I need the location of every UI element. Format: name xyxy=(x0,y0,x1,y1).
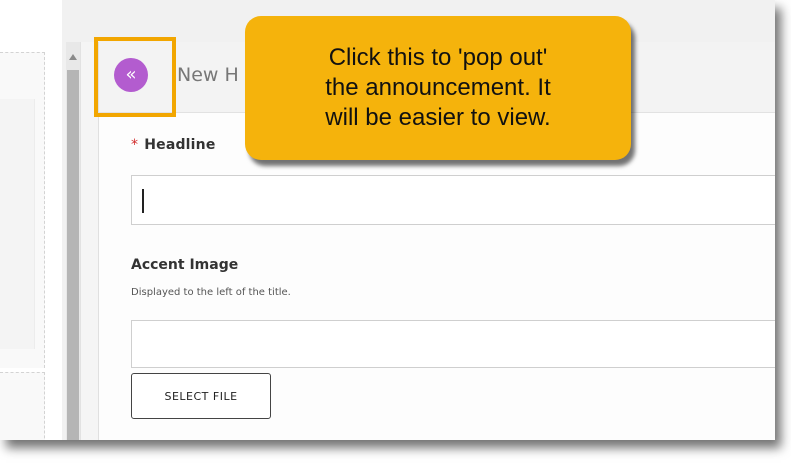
scroll-up-arrow-icon[interactable] xyxy=(69,54,77,60)
left-panel-section-lower xyxy=(0,372,45,440)
panel-title: New H xyxy=(177,64,239,86)
callout-line-2: the announcement. It xyxy=(325,74,551,101)
accent-image-help-text: Displayed to the left of the title. xyxy=(131,287,291,298)
callout-line-1: Click this to 'pop out' xyxy=(328,44,548,71)
left-content-panel xyxy=(0,0,62,440)
highlight-box xyxy=(94,37,176,117)
text-caret xyxy=(142,189,144,213)
left-panel-section xyxy=(0,52,45,368)
accent-image-label: Accent Image xyxy=(131,257,239,273)
headline-label-text: Headline xyxy=(144,137,216,153)
left-panel-inner xyxy=(0,99,35,349)
required-marker: * xyxy=(131,137,139,153)
callout-tooltip: Click this to 'pop out' the announcement… xyxy=(245,16,631,160)
scrollbar-thumb[interactable] xyxy=(67,70,79,440)
headline-label: * Headline xyxy=(131,137,216,153)
accent-image-field[interactable] xyxy=(131,320,775,368)
select-file-button[interactable]: SELECT FILE xyxy=(131,373,271,419)
callout-line-3: will be easier to view. xyxy=(325,104,551,131)
headline-input[interactable] xyxy=(131,175,775,225)
